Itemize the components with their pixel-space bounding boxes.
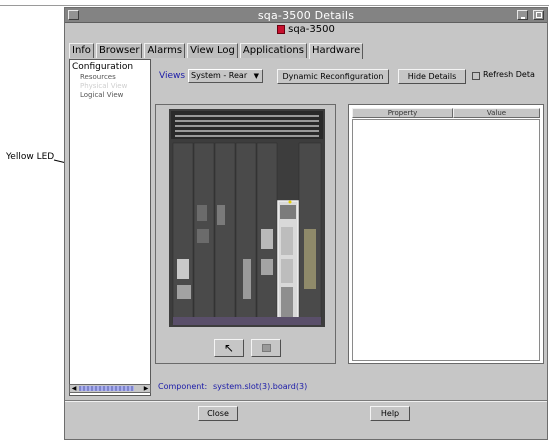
tab-bar: Info Browser Alarms View Log Application… <box>69 43 364 59</box>
tab-browser[interactable]: Browser <box>95 43 143 58</box>
host-name: sqa-3500 <box>288 24 335 35</box>
titlebar[interactable]: sqa-3500 Details <box>65 8 547 23</box>
dynamic-reconfiguration-button[interactable]: Dynamic Reconfiguration <box>277 69 389 84</box>
views-label: Views <box>159 71 186 81</box>
window-title: sqa-3500 Details <box>257 9 355 22</box>
details-window: sqa-3500 Details sqa-3500 Info Browser A… <box>64 7 548 440</box>
tree-root-configuration[interactable]: Configuration <box>72 62 133 72</box>
chassis-rear-image[interactable] <box>169 109 325 327</box>
column-header-value[interactable]: Value <box>453 108 540 118</box>
select-tool-button[interactable]: ↖ <box>214 339 244 357</box>
maximize-icon[interactable] <box>533 10 544 20</box>
footer-separator <box>65 400 547 402</box>
views-dropdown[interactable]: System - Rear ▼ <box>188 69 263 83</box>
callout-label: Yellow LED <box>6 152 55 162</box>
details-table-header: Property Value <box>352 108 540 118</box>
scroll-left-icon[interactable]: ◀ <box>70 385 78 392</box>
hide-details-button[interactable]: Hide Details <box>398 69 466 84</box>
host-icon <box>277 24 286 34</box>
minimize-icon[interactable] <box>517 10 528 20</box>
configuration-tree: Configuration Resources Physical View Lo… <box>69 59 151 396</box>
refresh-details-checkbox[interactable] <box>472 72 480 80</box>
help-button[interactable]: Help <box>370 406 410 421</box>
chevron-down-icon: ▼ <box>253 72 259 80</box>
details-table-frame: Property Value <box>348 104 544 364</box>
select-pointer-icon: ↖ <box>224 341 235 355</box>
zoom-tool-button[interactable] <box>251 339 281 357</box>
tree-horizontal-scrollbar[interactable]: ◀ ▶ <box>69 384 151 393</box>
tree-item-logical-view[interactable]: Logical View <box>80 91 123 99</box>
column-header-property[interactable]: Property <box>352 108 453 118</box>
tab-hardware[interactable]: Hardware <box>308 43 364 59</box>
tab-view-log[interactable]: View Log <box>187 43 238 58</box>
refresh-details-label: Refresh Deta <box>483 70 535 79</box>
scroll-thumb[interactable] <box>79 386 134 391</box>
tree-item-resources[interactable]: Resources <box>80 73 116 81</box>
close-button[interactable]: Close <box>198 406 238 421</box>
tree-item-physical-view[interactable]: Physical View <box>80 82 127 90</box>
scroll-right-icon[interactable]: ▶ <box>142 385 150 392</box>
hardware-panel: Views System - Rear ▼ Dynamic Reconfigur… <box>153 59 547 396</box>
host-subtitle: sqa-3500 <box>65 24 547 39</box>
views-dropdown-value: System - Rear <box>191 71 248 80</box>
tab-applications[interactable]: Applications <box>239 43 307 58</box>
top-rule <box>0 5 549 6</box>
physical-view-frame: ↖ <box>155 104 336 364</box>
component-label: Component: <box>158 382 208 391</box>
tab-info[interactable]: Info <box>69 43 94 58</box>
component-value: system.slot(3).board(3) <box>213 382 308 391</box>
details-table-body[interactable] <box>352 119 540 361</box>
tab-alarms[interactable]: Alarms <box>144 43 186 58</box>
zoom-icon <box>262 344 271 352</box>
